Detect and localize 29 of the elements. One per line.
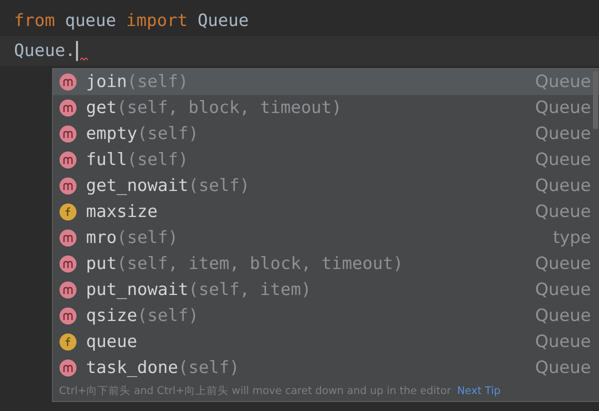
completion-item[interactable]: get_nowait(self) Queue — [53, 173, 599, 199]
completion-item[interactable]: mro(self) type — [53, 225, 599, 251]
completion-item[interactable]: join(self) Queue — [53, 69, 599, 95]
completion-item[interactable]: maxsize Queue — [53, 199, 599, 225]
completion-item[interactable]: put(self, item, block, timeout) Queue — [53, 251, 599, 277]
completion-item[interactable]: queue Queue — [53, 329, 599, 355]
method-icon — [59, 229, 77, 247]
method-icon — [59, 307, 77, 325]
completion-item[interactable]: get(self, block, timeout) Queue — [53, 95, 599, 121]
field-icon — [59, 333, 77, 351]
completion-item[interactable]: put_nowait(self, item) Queue — [53, 277, 599, 303]
method-icon — [59, 255, 77, 273]
code-line: from queue import Queue — [13, 10, 250, 33]
squiggle-icon — [80, 57, 88, 61]
method-icon — [59, 359, 77, 377]
completion-item[interactable]: empty(self) Queue — [53, 121, 599, 147]
method-icon — [59, 125, 77, 143]
field-icon — [59, 203, 77, 221]
method-icon — [59, 151, 77, 169]
completion-item[interactable]: task_done(self) Queue — [53, 355, 599, 381]
completion-item[interactable]: full(self) Queue — [53, 147, 599, 173]
text-caret — [76, 41, 78, 61]
scrollbar-thumb[interactable] — [593, 71, 598, 129]
method-icon — [59, 177, 77, 195]
completion-item[interactable]: qsize(self) Queue — [53, 303, 599, 329]
tip-text: Ctrl+向下前头 and Ctrl+向上前头 will move caret down and up in the editor — [59, 384, 452, 398]
method-icon — [59, 281, 77, 299]
method-icon — [59, 73, 77, 91]
method-icon — [59, 99, 77, 117]
